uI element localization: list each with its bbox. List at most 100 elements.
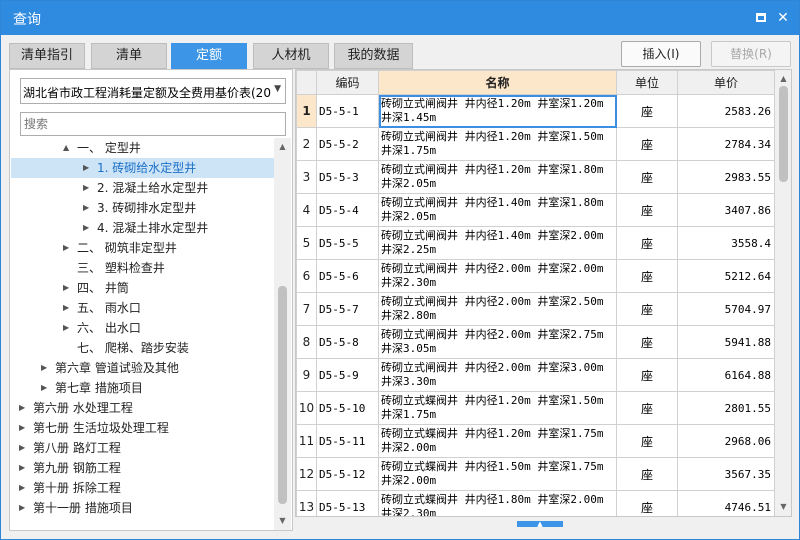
row-number[interactable]: 5 — [296, 226, 317, 260]
cell-code[interactable]: D5-5-4 — [316, 193, 379, 227]
cell-price[interactable]: 4746.51 — [677, 490, 775, 516]
tree-item[interactable]: 三、 塑料检查井 — [11, 258, 275, 278]
tree-item[interactable]: ▶ 第七章 措施项目 — [11, 378, 275, 398]
scroll-thumb[interactable] — [779, 86, 788, 182]
table-row[interactable]: 8 D5-5-8 砖砌立式闸阀井 井内径2.00m 井室深2.75m 井深3.05m… — [296, 325, 775, 359]
cell-name[interactable]: 砖砌立式闸阀井 井内径2.00m 井室深2.75m 井深3.05m — [378, 325, 617, 359]
row-number[interactable]: 6 — [296, 259, 317, 293]
cell-unit[interactable]: 座 — [616, 325, 678, 359]
tree-item[interactable]: ▶ 第七册 生活垃圾处理工程 — [11, 418, 275, 438]
tree-item[interactable]: ▶ 五、 雨水口 — [11, 298, 275, 318]
scroll-down-icon[interactable]: ▼ — [274, 514, 291, 528]
scroll-up-icon[interactable]: ▲ — [274, 140, 291, 154]
table-row[interactable]: 9 D5-5-9 砖砌立式闸阀井 井内径2.00m 井室深3.00m 井深3.30m… — [296, 358, 775, 392]
tree-item[interactable]: ▶ 第六章 管道试验及其他 — [11, 358, 275, 378]
scroll-thumb[interactable] — [278, 286, 287, 504]
tab-quota[interactable]: 定额 — [171, 43, 247, 69]
cell-code[interactable]: D5-5-11 — [316, 424, 379, 458]
tree-item[interactable]: ▶ 第六册 水处理工程 — [11, 398, 275, 418]
row-number[interactable]: 9 — [296, 358, 317, 392]
chevron-down-icon[interactable]: ▼ — [274, 84, 281, 94]
cell-unit[interactable]: 座 — [616, 391, 678, 425]
collapse-arrow-icon[interactable]: ▶ — [19, 478, 29, 498]
collapse-handle-icon[interactable]: ▲ — [517, 521, 563, 528]
search-input[interactable] — [20, 112, 286, 136]
table-row[interactable]: 11 D5-5-11 砖砌立式蝶阀井 井内径1.20m 井室深1.75m 井深2.0… — [296, 424, 775, 458]
cell-name[interactable]: 砖砌立式闸阀井 井内径2.00m 井室深2.50m 井深2.80m — [378, 292, 617, 326]
table-row[interactable]: 10 D5-5-10 砖砌立式蝶阀井 井内径1.20m 井室深1.50m 井深1.7… — [296, 391, 775, 425]
cell-unit[interactable]: 座 — [616, 160, 678, 194]
row-number[interactable]: 11 — [296, 424, 317, 458]
tree-item[interactable]: ▲ 一、 定型井 — [11, 138, 275, 158]
row-number[interactable]: 12 — [296, 457, 317, 491]
row-number[interactable]: 8 — [296, 325, 317, 359]
scroll-down-icon[interactable]: ▼ — [775, 500, 791, 514]
cell-name[interactable]: 砖砌立式蝶阀井 井内径1.80m 井室深2.00m 井深2.30m — [378, 490, 617, 516]
table-row[interactable]: 3 D5-5-3 砖砌立式闸阀井 井内径1.20m 井室深1.80m 井深2.05m… — [296, 160, 775, 194]
cell-code[interactable]: D5-5-10 — [316, 391, 379, 425]
tree-item[interactable]: 七、 爬梯、踏步安装 — [11, 338, 275, 358]
cell-price[interactable]: 3407.86 — [677, 193, 775, 227]
tab-labor-material-machine[interactable]: 人材机 — [253, 43, 329, 69]
collapse-arrow-icon[interactable]: ▶ — [63, 298, 73, 318]
row-number[interactable]: 10 — [296, 391, 317, 425]
col-code[interactable]: 编码 — [316, 70, 379, 95]
cell-unit[interactable]: 座 — [616, 358, 678, 392]
col-unit[interactable]: 单位 — [616, 70, 678, 95]
cell-unit[interactable]: 座 — [616, 292, 678, 326]
cell-code[interactable]: D5-5-9 — [316, 358, 379, 392]
collapse-arrow-icon[interactable]: ▶ — [19, 438, 29, 458]
collapse-arrow-icon[interactable]: ▶ — [83, 178, 93, 198]
maximize-icon[interactable] — [753, 10, 769, 26]
cell-name[interactable]: 砖砌立式蝶阀井 井内径1.20m 井室深1.75m 井深2.00m — [378, 424, 617, 458]
table-row[interactable]: 4 D5-5-4 砖砌立式闸阀井 井内径1.40m 井室深1.80m 井深2.05m… — [296, 193, 775, 227]
cell-code[interactable]: D5-5-7 — [316, 292, 379, 326]
cell-price[interactable]: 2801.55 — [677, 391, 775, 425]
cell-unit[interactable]: 座 — [616, 94, 678, 128]
tree-item[interactable]: ▶ 六、 出水口 — [11, 318, 275, 338]
cell-code[interactable]: D5-5-13 — [316, 490, 379, 516]
collapse-arrow-icon[interactable]: ▶ — [41, 358, 51, 378]
cell-name[interactable]: 砖砌立式闸阀井 井内径2.00m 井室深3.00m 井深3.30m — [378, 358, 617, 392]
table-row[interactable]: 5 D5-5-5 砖砌立式闸阀井 井内径1.40m 井室深2.00m 井深2.25m… — [296, 226, 775, 260]
tree-item[interactable]: ▶ 1. 砖砌给水定型井 — [11, 158, 275, 178]
tree-item[interactable]: ▶ 四、 井筒 — [11, 278, 275, 298]
scroll-up-icon[interactable]: ▲ — [775, 72, 791, 86]
table-row[interactable]: 1 D5-5-1 砖砌立式闸阀井 井内径1.20m 井室深1.20m 井深1.45m… — [296, 94, 775, 128]
row-number[interactable]: 7 — [296, 292, 317, 326]
tree-item[interactable]: ▶ 第九册 钢筋工程 — [11, 458, 275, 478]
cell-code[interactable]: D5-5-6 — [316, 259, 379, 293]
cell-price[interactable]: 3567.35 — [677, 457, 775, 491]
col-name[interactable]: 名称 — [378, 70, 617, 95]
cell-code[interactable]: D5-5-5 — [316, 226, 379, 260]
tree-item[interactable]: ▶ 3. 砖砌排水定型井 — [11, 198, 275, 218]
cell-price[interactable]: 3558.4 — [677, 226, 775, 260]
cell-price[interactable]: 2983.55 — [677, 160, 775, 194]
cell-name[interactable]: 砖砌立式闸阀井 井内径1.20m 井室深1.80m 井深2.05m — [378, 160, 617, 194]
cell-unit[interactable]: 座 — [616, 424, 678, 458]
collapse-arrow-icon[interactable]: ▶ — [19, 458, 29, 478]
collapse-arrow-icon[interactable]: ▶ — [83, 198, 93, 218]
cell-price[interactable]: 6164.88 — [677, 358, 775, 392]
cell-code[interactable]: D5-5-3 — [316, 160, 379, 194]
cell-name[interactable]: 砖砌立式闸阀井 井内径2.00m 井室深2.00m 井深2.30m — [378, 259, 617, 293]
close-icon[interactable]: ✕ — [775, 10, 791, 26]
replace-button[interactable]: 替换(R) — [711, 41, 791, 67]
row-number[interactable]: 2 — [296, 127, 317, 161]
tree-scrollbar[interactable]: ▲ ▼ — [274, 138, 291, 530]
row-number[interactable]: 3 — [296, 160, 317, 194]
cell-code[interactable]: D5-5-12 — [316, 457, 379, 491]
cell-price[interactable]: 2583.26 — [677, 94, 775, 128]
tab-my-data[interactable]: 我的数据 — [334, 43, 413, 69]
table-row[interactable]: 12 D5-5-12 砖砌立式蝶阀井 井内径1.50m 井室深1.75m 井深2.0… — [296, 457, 775, 491]
tree-item[interactable]: ▶ 第十一册 措施项目 — [11, 498, 275, 518]
cell-code[interactable]: D5-5-8 — [316, 325, 379, 359]
tree-item[interactable]: ▶ 二、 砌筑非定型井 — [11, 238, 275, 258]
collapse-arrow-icon[interactable]: ▶ — [63, 238, 73, 258]
cell-price[interactable]: 5704.97 — [677, 292, 775, 326]
expand-arrow-icon[interactable]: ▲ — [63, 138, 73, 158]
row-number[interactable]: 1 — [296, 94, 317, 128]
cell-price[interactable]: 5212.64 — [677, 259, 775, 293]
tab-list[interactable]: 清单 — [91, 43, 167, 69]
collapse-arrow-icon[interactable]: ▶ — [19, 418, 29, 438]
